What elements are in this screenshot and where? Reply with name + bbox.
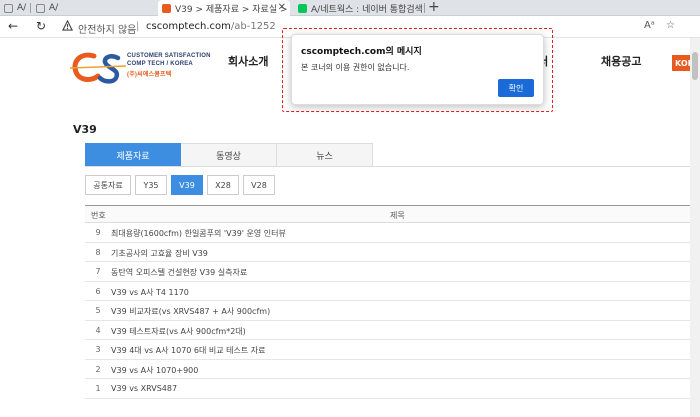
naver-favicon-icon xyxy=(298,3,307,13)
row-number: 6 xyxy=(95,286,101,296)
url-path: /ab-1252 xyxy=(230,21,276,32)
table-row[interactable]: 1 V39 vs XRVS487 xyxy=(85,379,700,399)
site-favicon-icon xyxy=(162,3,171,13)
url-separator: | xyxy=(136,21,140,32)
table-row[interactable]: 9 최대용량(1600cfm) 한일콤푸의 'V39' 운영 인터뷰 xyxy=(85,223,700,243)
dialog-ok-button[interactable]: 확인 xyxy=(498,79,534,97)
tab-news[interactable]: 뉴스 xyxy=(277,143,373,167)
row-number: 1 xyxy=(95,384,101,393)
table-header: 번호 제목 xyxy=(85,205,700,223)
logo-text-line-3: (주)씨에스콤프텍 xyxy=(127,72,172,78)
table-row[interactable]: 2 V39 vs A사 1070+900 xyxy=(85,360,700,379)
table-row[interactable]: 4 V39 테스트자료(vs A사 900cfm*2대) xyxy=(85,321,700,340)
row-title-link[interactable]: V39 4대 vs A사 1070 6대 비교 테스트 자료 xyxy=(111,345,266,356)
alert-dialog: cscomptech.com의 메시지 본 코너의 이용 권한이 없습니다. 확… xyxy=(291,34,544,105)
row-title-link[interactable]: 최대용량(1600cfm) 한일콤푸의 'V39' 운영 인터뷰 xyxy=(111,228,286,239)
header-number: 번호 xyxy=(91,211,106,220)
row-title-link[interactable]: V39 vs XRVS487 xyxy=(111,384,177,393)
header-title: 제목 xyxy=(390,211,405,220)
security-label[interactable]: 안전하지 않음 xyxy=(78,21,136,36)
tab-divider xyxy=(85,166,700,167)
table-row[interactable]: 7 동탄역 오피스텔 건설현장 V39 실측자료 xyxy=(85,262,700,282)
logo-text-line-1: CUSTOMER SATISFACTION xyxy=(127,53,211,59)
table-row[interactable]: 8 기초공사의 고효율 장비 V39 xyxy=(85,243,700,262)
new-tab-button[interactable]: + xyxy=(428,0,440,15)
row-title-link[interactable]: V39 테스트자료(vs A사 900cfm*2대) xyxy=(111,326,246,337)
browser-tab-3-active[interactable]: V39 > 제품자료 > 자료실 > C.S ✕ xyxy=(158,0,290,16)
browser-tab-2[interactable]: A/ xyxy=(32,0,152,16)
filter-common[interactable]: 공통자료 xyxy=(85,175,131,195)
row-title-link[interactable]: V39 vs A사 T4 1170 xyxy=(111,287,189,298)
warning-icon[interactable] xyxy=(62,20,73,31)
model-filter-row: 공통자료 Y35 V39 X28 V28 xyxy=(85,175,279,195)
row-number: 4 xyxy=(95,325,101,335)
row-number: 8 xyxy=(95,247,101,257)
posts-table: 번호 제목 9 최대용량(1600cfm) 한일콤푸의 'V39' 운영 인터뷰 … xyxy=(85,205,700,399)
row-number: 3 xyxy=(95,345,101,354)
row-number: 9 xyxy=(95,228,101,237)
row-number: 7 xyxy=(95,267,101,276)
menu-recruit[interactable]: 채용공고 xyxy=(601,53,641,69)
page-title: V39 xyxy=(73,123,97,136)
row-title-link[interactable]: 동탄역 오피스텔 건설현장 V39 실측자료 xyxy=(111,267,247,278)
menu-company[interactable]: 회사소개 xyxy=(228,53,268,69)
reload-icon[interactable]: ↻ xyxy=(36,19,46,33)
close-tab-icon[interactable]: ✕ xyxy=(278,2,286,13)
dialog-message: 본 코너의 이용 권한이 없습니다. xyxy=(301,63,410,72)
dialog-title: cscomptech.com의 메시지 xyxy=(301,47,422,57)
table-row[interactable]: 6 V39 vs A사 T4 1170 xyxy=(85,282,700,301)
table-row[interactable]: 3 V39 4대 vs A사 1070 6대 비교 테스트 자료 xyxy=(85,340,700,360)
tab-video[interactable]: 동영상 xyxy=(181,143,277,167)
row-title-link[interactable]: 기초공사의 고효율 장비 V39 xyxy=(111,248,208,259)
browser-tab-1[interactable]: A/ xyxy=(0,0,30,16)
browser-tab-4[interactable]: A/네트웍스 : 네이버 통합검색 xyxy=(294,0,424,16)
tab-title: V39 > 제품자료 > 자료실 > C.S xyxy=(175,4,290,15)
reader-label: A xyxy=(644,20,651,31)
filter-y35[interactable]: Y35 xyxy=(135,175,167,195)
page-scrollbar[interactable] xyxy=(690,38,700,417)
filter-v28[interactable]: V28 xyxy=(243,175,275,195)
filter-x28[interactable]: X28 xyxy=(207,175,239,195)
tab-title: A/네트웍스 : 네이버 통합검색 xyxy=(311,4,423,15)
tab-title: A/ xyxy=(49,3,59,13)
category-tabs: 제품자료 동영상 뉴스 xyxy=(85,143,373,167)
row-title-link[interactable]: V39 vs A사 1070+900 xyxy=(111,365,198,376)
url-input[interactable]: cscomptech.com/ab-1252 xyxy=(146,21,276,32)
tab-product-data[interactable]: 제품자료 xyxy=(85,143,181,167)
row-number: 5 xyxy=(95,306,101,315)
url-host: cscomptech.com xyxy=(146,21,231,32)
scrollbar-thumb[interactable] xyxy=(692,52,698,80)
browser-tab-strip: A/ A/ V39 > 제품자료 > 자료실 > C.S ✕ A/네트웍스 : … xyxy=(0,0,700,16)
filter-v39[interactable]: V39 xyxy=(171,175,203,195)
table-row[interactable]: 5 V39 비교자료(vs XRVS487 + A사 900cfm) xyxy=(85,301,700,321)
row-title-link[interactable]: V39 비교자료(vs XRVS487 + A사 900cfm) xyxy=(111,306,270,317)
back-arrow-icon[interactable]: ← xyxy=(8,19,18,33)
logo-text-line-2: COMP TECH / KOREA xyxy=(127,61,193,67)
page-icon xyxy=(4,3,13,13)
row-number: 2 xyxy=(95,364,101,374)
favorite-star-icon[interactable]: ☆ xyxy=(666,20,675,31)
read-aloud-icon[interactable]: Aᵃ xyxy=(644,20,655,31)
page-icon xyxy=(36,3,45,13)
cs-logo-icon xyxy=(69,52,127,84)
tab-title: A/ xyxy=(17,3,27,13)
